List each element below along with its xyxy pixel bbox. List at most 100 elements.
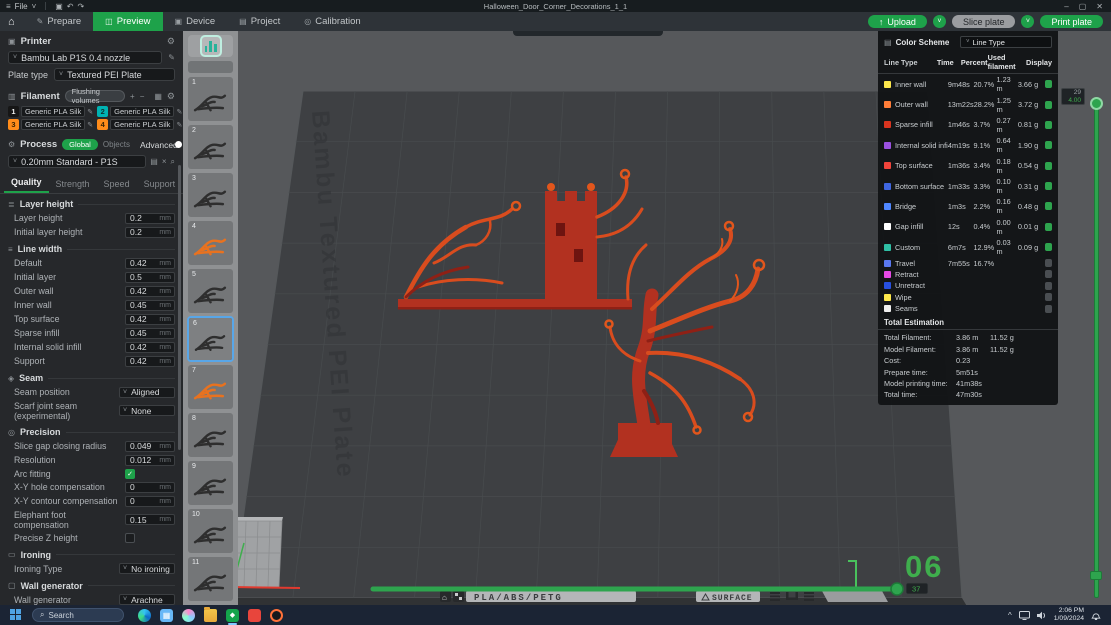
settings-tab[interactable]: Speed [97,176,137,193]
plate-thumbnail[interactable]: 7 [188,365,233,409]
plate-header-card[interactable] [188,61,233,73]
layer-slider-handle[interactable] [1090,97,1103,110]
setting-input[interactable]: 0.2 mm [125,226,175,238]
hamburger-menu-icon[interactable]: ≡ [6,2,11,11]
setting-dropdown[interactable]: ˅ Aligned [119,386,175,398]
display-checkbox[interactable] [1045,100,1052,109]
filament-name[interactable]: Generic PLA Silk [21,119,86,130]
home-icon[interactable]: ⌂ [8,16,15,28]
plate-thumbnail[interactable]: 9 [188,461,233,505]
layer-slider-lower-handle[interactable] [1090,571,1102,580]
plate-thumbnail[interactable]: 3 [188,173,233,217]
taskbar-search[interactable]: ⌕ Search [32,608,124,622]
display-checkbox[interactable] [1045,202,1052,211]
plate-type-select[interactable]: ˅ Textured PEI Plate [54,68,175,81]
setting-input[interactable]: 0.012 mm [125,454,175,466]
display-checkbox[interactable] [1045,182,1052,191]
tray-chevron-icon[interactable]: ^ [1008,611,1012,620]
setting-input[interactable]: 0.42 mm [125,313,175,325]
view-mode-select[interactable]: ˅ Line Type [960,36,1052,48]
add-filament-icon[interactable]: + [130,92,135,101]
plate-thumbnail[interactable]: 8 [188,413,233,457]
new-project-icon[interactable]: ▣ [55,2,63,11]
plate-thumbnail[interactable]: 4 [188,221,233,265]
edit-filament-icon[interactable]: ✎ [176,121,182,129]
undo-icon[interactable]: ↶ [67,2,74,11]
file-menu[interactable]: File [15,2,28,11]
display-checkbox[interactable] [1045,304,1052,313]
setting-checkbox-unchecked[interactable] [125,533,135,544]
settings-tab[interactable]: Others [182,176,183,193]
toolbar-tab[interactable]: ✎ Prepare [25,12,94,31]
slice-dropdown-button[interactable]: ˅ [932,15,946,28]
network-monitor-icon[interactable] [1018,610,1030,620]
filament-name[interactable]: Generic PLA Silk [21,106,86,117]
remove-filament-icon[interactable]: − [140,92,145,101]
print-plate-button[interactable]: Print plate [1040,15,1103,28]
plate-thumbnail[interactable]: 6 [187,316,234,362]
setting-input[interactable]: 0.45 mm [125,299,175,311]
plate-thumbnail[interactable]: 1 [188,77,233,121]
flushing-volumes-button[interactable]: Flushing volumes [64,87,126,105]
setting-input[interactable]: 0.2 mm [125,212,175,224]
objects-tab[interactable]: Objects [103,140,130,149]
save-preset-icon[interactable]: ▤ [150,157,158,166]
filament-name[interactable]: Generic PLA Silk [110,106,175,117]
toolbar-tab[interactable]: ▣ Device [163,12,228,31]
setting-input[interactable]: 0 mm [125,481,175,493]
filament-name[interactable]: Generic PLA Silk [110,119,175,130]
display-checkbox[interactable] [1045,120,1052,129]
plate-thumbnail[interactable]: 2 [188,125,233,169]
plate-thumbnail[interactable]: 5 [188,269,233,313]
setting-dropdown[interactable]: ˅ Arachne [119,594,175,605]
plate-stats-button[interactable] [188,35,233,57]
microsoft-store-icon[interactable]: ▦ [160,608,173,622]
edit-filament-icon[interactable]: ✎ [176,108,182,116]
global-tab[interactable]: Global [62,139,98,150]
setting-checkbox-checked[interactable]: ✓ [125,468,135,479]
pinned-app-icon[interactable] [248,608,261,622]
display-checkbox[interactable] [1045,259,1052,268]
filament-color-swatch[interactable]: 2 [97,106,109,117]
settings-scrollbar[interactable] [178,165,181,450]
filament-settings-gear-icon[interactable]: ⚙ [167,91,175,102]
setting-input[interactable]: 0.15 mm [125,514,175,526]
browser-icon[interactable] [270,608,283,622]
plate-thumbnail[interactable]: 11 [188,557,233,601]
ams-icon[interactable]: ▦ [154,92,162,101]
edit-filament-icon[interactable]: ✎ [87,121,93,129]
printer-select[interactable]: ˅ Bambu Lab P1S 0.4 nozzle [8,51,163,64]
toolbar-tab[interactable]: ◫ Preview [93,12,163,31]
display-checkbox[interactable] [1045,141,1052,150]
close-button[interactable]: ✕ [1096,2,1103,11]
edit-filament-icon[interactable]: ✎ [87,108,93,116]
filament-color-swatch[interactable]: 4 [97,119,109,130]
file-explorer-icon[interactable] [204,606,217,622]
process-preset-select[interactable]: ˅ 0.20mm Standard - P1S [8,155,147,168]
setting-input[interactable]: 0.45 mm [125,327,175,339]
plate-thumbnail[interactable]: 10 [188,509,233,553]
display-checkbox[interactable] [1045,161,1052,170]
setting-input[interactable]: 0.42 mm [125,257,175,269]
speaker-icon[interactable] [1036,611,1047,620]
display-checkbox[interactable] [1045,222,1052,231]
upload-button[interactable]: ↑ Upload [867,15,927,28]
setting-input[interactable]: 0 mm [125,495,175,507]
display-checkbox[interactable] [1045,281,1052,290]
filament-color-swatch[interactable]: 3 [8,119,19,130]
bambu-studio-icon[interactable]: ◆ [226,608,239,625]
toolbar-tab[interactable]: ▤ Project [227,12,292,31]
settings-tab[interactable]: Strength [49,176,97,193]
toolbar-tab[interactable]: ◎ Calibration [292,12,372,31]
settings-tab[interactable]: Support [137,176,183,193]
edit-printer-icon[interactable]: ✎ [168,53,175,62]
filament-color-swatch[interactable]: 1 [8,106,19,117]
setting-input[interactable]: 0.42 mm [125,341,175,353]
setting-input[interactable]: 0.42 mm [125,285,175,297]
delete-preset-icon[interactable]: × [162,157,167,166]
notifications-bell-icon[interactable] [1091,610,1101,620]
printer-settings-gear-icon[interactable]: ⚙ [167,36,175,47]
search-settings-icon[interactable]: ⌕ [171,157,175,167]
slice-plate-button[interactable]: Slice plate [951,15,1016,28]
taskbar-clock[interactable]: 2:06 PM 1/09/2024 [1054,607,1084,623]
